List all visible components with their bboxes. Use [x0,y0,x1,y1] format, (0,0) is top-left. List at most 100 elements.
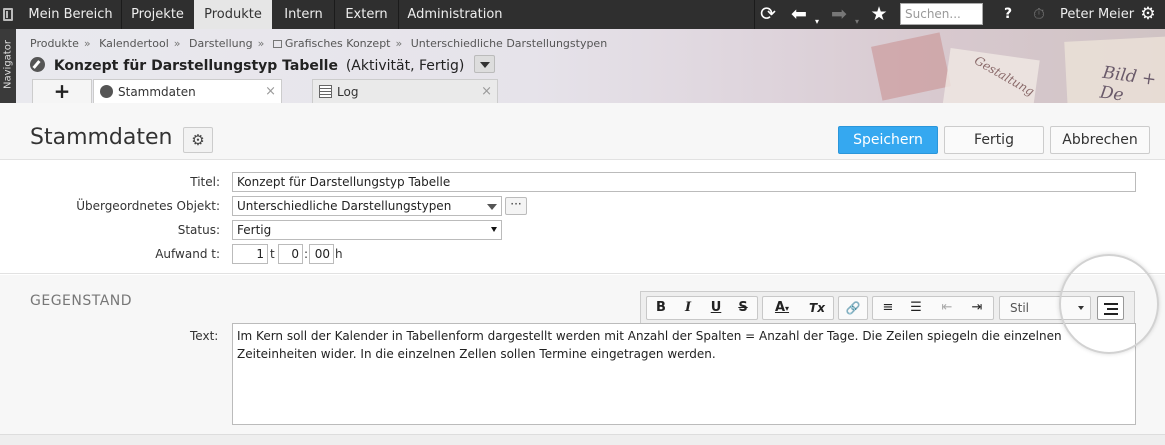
content-header: Stammdaten ⚙ Speichern Fertig Abbrechen [0,103,1165,160]
text-color-button[interactable]: A▾ [765,297,799,319]
bottom-strip [0,434,1165,445]
nav-intern[interactable]: Intern [273,0,334,29]
remove-format-button[interactable]: Tx [805,297,829,319]
refresh-icon[interactable]: ⟳ [757,0,779,29]
toolbar-group-lists: ≡ ☰ ⇤ ⇥ [872,296,994,320]
activity-icon [100,85,113,98]
tab-log[interactable]: Log × [312,79,498,103]
effort-days-unit: t [270,247,275,261]
strikethrough-button[interactable]: S [731,297,755,319]
back-arrow-icon[interactable]: ⬅ [785,0,813,29]
object-header: Gestaltung Bild + De Produkte» Kalendert… [16,29,1165,103]
star-icon[interactable]: ★ [866,0,892,29]
parent-object-label: Übergeordnetes Objekt: [76,199,220,213]
log-list-icon [319,85,332,98]
source-view-button[interactable] [1097,296,1124,320]
breadcrumb-item[interactable]: Kalendertool [99,37,169,50]
parent-object-value: Unterschiedliche Darstellungstypen [237,199,452,213]
breadcrumb: Produkte» Kalendertool» Darstellung» Gra… [30,37,608,50]
toolbar-group-format: B I U S [646,296,758,320]
toolbar-group-color: A▾ Tx [762,296,834,320]
effort-separator: : [304,247,309,261]
breadcrumb-item[interactable]: Unterschiedliche Darstellungstypen [411,37,607,50]
close-icon[interactable]: × [265,80,276,103]
object-title: Konzept für Darstellungstyp Tabelle [53,58,338,74]
style-select[interactable]: Stil [999,296,1091,320]
header-decoration [871,32,951,101]
chevron-down-icon [1078,306,1084,310]
save-button[interactable]: Speichern [838,126,938,154]
title-dropdown-button[interactable] [474,55,496,73]
bullet-list-button[interactable]: ☰ [904,297,928,319]
app-logo-icon[interactable] [3,8,13,21]
tab-stammdaten[interactable]: Stammdaten × [93,79,282,103]
nav-mein-bereich[interactable]: Mein Bereich [20,0,121,29]
nav-separator [754,0,755,29]
parent-object-more-button[interactable]: ··· [505,197,527,215]
concept-icon [272,40,282,48]
effort-days-input[interactable]: 1 [232,244,268,264]
status-label: Status: [177,223,220,237]
subject-section: GEGENSTAND B I U S A▾ Tx 🔗 ≡ ☰ ⇤ ⇥ Stil [0,275,1165,445]
close-icon[interactable]: × [481,80,492,103]
stopwatch-icon[interactable]: ⏱ [1028,0,1050,29]
ordered-list-button[interactable]: ≡ [876,297,900,319]
text-label: Text: [190,329,219,343]
text-editor[interactable]: Im Kern soll der Kalender in Tabellenfor… [232,323,1136,425]
navigator-toggle[interactable]: Navigator [0,29,16,103]
object-meta: (Aktivität, Fertig) [345,58,465,74]
breadcrumb-item[interactable]: Darstellung [189,37,253,50]
outdent-button[interactable]: ⇤ [935,297,959,319]
indent-button[interactable]: ⇥ [965,297,989,319]
nav-extern[interactable]: Extern [335,0,398,29]
text-color-label: A [774,300,786,315]
add-tab-button[interactable]: + [32,79,92,103]
chevron-down-icon [491,227,497,232]
tab-label: Stammdaten [118,85,196,99]
activity-icon [30,57,45,72]
search-input[interactable] [900,3,983,25]
bold-button[interactable]: B [649,297,673,319]
navigator-label: Navigator [2,40,14,89]
status-value: Fertig [237,223,272,237]
help-icon[interactable]: ? [996,0,1020,29]
nav-produkte[interactable]: Produkte [194,0,272,29]
italic-button[interactable]: I [676,297,700,319]
parent-object-select[interactable]: Unterschiedliche Darstellungstypen [232,196,502,216]
done-button[interactable]: Fertig [944,126,1044,154]
page-title: Stammdaten [30,125,173,150]
section-title: GEGENSTAND [30,293,133,309]
top-navigation-bar: Mein Bereich Projekte Produkte Intern Ex… [0,0,1165,29]
forward-arrow-icon[interactable]: ➡ [825,0,853,29]
gear-icon: ⚙ [191,131,205,149]
user-name[interactable]: Peter Meier [1060,0,1134,29]
effort-label: Aufwand t: [155,247,220,261]
effort-hours-input[interactable]: 0 [278,244,303,264]
link-button[interactable]: 🔗 [841,297,865,319]
status-select[interactable]: Fertig [232,220,502,240]
toolbar-group-link: 🔗 [838,296,868,320]
title-field[interactable]: Konzept für Darstellungstyp Tabelle [232,172,1136,192]
chevron-down-icon: ▾ [785,304,790,313]
chevron-down-icon [487,204,497,210]
underline-button[interactable]: U [704,297,728,319]
object-title-row: Konzept für Darstellungstyp Tabelle (Akt… [30,55,496,75]
settings-button[interactable]: ⚙ [183,127,213,153]
editor-toolbar: B I U S A▾ Tx 🔗 ≡ ☰ ⇤ ⇥ Stil [640,291,1135,323]
breadcrumb-item[interactable]: Produkte [30,37,79,50]
source-view-icon [1104,313,1118,315]
breadcrumb-item[interactable]: Grafisches Konzept [285,37,391,50]
effort-minutes-input[interactable]: 00 [309,244,334,264]
cancel-button[interactable]: Abbrechen [1050,126,1150,154]
master-data-form: Titel: Konzept für Darstellungstyp Tabel… [0,160,1165,274]
nav-administration[interactable]: Administration [399,0,511,29]
title-label: Titel: [190,175,220,189]
gear-icon[interactable]: ⚙ [1137,0,1159,29]
back-history-icon[interactable]: ▾ [812,0,822,29]
source-view-icon [1104,303,1118,305]
forward-history-icon[interactable]: ▾ [852,0,862,29]
effort-minutes-unit: h [335,247,343,261]
tab-label: Log [337,85,359,99]
source-view-icon [1107,308,1118,310]
nav-projekte[interactable]: Projekte [122,0,193,29]
